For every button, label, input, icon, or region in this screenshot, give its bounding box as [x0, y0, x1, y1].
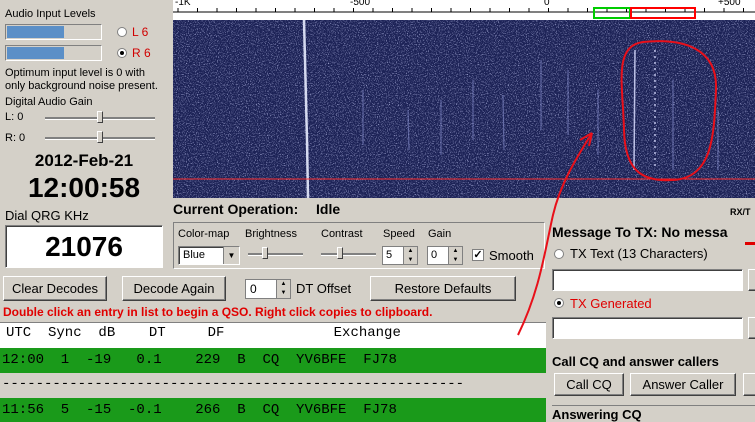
- speed-label: Speed: [383, 228, 415, 240]
- scale-label-minus-1k: -1K: [175, 0, 191, 8]
- tx-text-radio[interactable]: [554, 249, 564, 259]
- gain-l-slider[interactable]: [97, 111, 103, 123]
- chevron-down-icon[interactable]: ▼: [223, 247, 239, 264]
- dt-spin-buttons[interactable]: ▲ ▼: [276, 280, 290, 298]
- dial-qrg-label: Dial QRG KHz: [5, 208, 89, 223]
- dt-offset-spinner[interactable]: 0 ▲ ▼: [245, 279, 291, 299]
- left-channel-label: L 6: [132, 25, 149, 39]
- dt-offset-label: DT Offset: [296, 281, 352, 296]
- contrast-label: Contrast: [321, 228, 363, 240]
- cq-section-label: Call CQ and answer callers: [552, 354, 719, 369]
- clear-decodes-button[interactable]: Clear Decodes: [3, 276, 107, 301]
- right-level-meter: [5, 45, 102, 61]
- tx-text-side-button[interactable]: [748, 269, 755, 291]
- smooth-checkbox[interactable]: ✓: [472, 249, 484, 261]
- contrast-track: [321, 253, 376, 256]
- brightness-label: Brightness: [245, 228, 297, 240]
- brightness-slider[interactable]: [262, 247, 268, 259]
- tx-marker-icon: [745, 242, 755, 254]
- smooth-label: Smooth: [489, 248, 534, 263]
- frequency-scale: -1K -500 0 +500: [173, 0, 755, 20]
- right-channel-label: R 6: [132, 46, 151, 60]
- decode-separator-text: ----------------------------------------…: [2, 376, 465, 392]
- gain-spinner[interactable]: 0 ▲ ▼: [427, 246, 463, 265]
- gain-label: Gain: [428, 228, 452, 240]
- answering-cq-label: Answering CQ: [552, 405, 755, 422]
- answer-caller-button[interactable]: Answer Caller: [630, 373, 736, 396]
- gain-spin-buttons[interactable]: ▲ ▼: [448, 247, 462, 264]
- digital-gain-title: Digital Audio Gain: [5, 96, 93, 108]
- decode-row[interactable]: 12:00 1 -19 0.1 229 B CQ YV6BFE FJ78: [0, 348, 546, 373]
- gain-r-slider[interactable]: [97, 131, 103, 143]
- dial-qrg-value: 21076: [45, 230, 123, 262]
- decode-row-text: 11:56 5 -15 -0.1 266 B CQ YV6BFE FJ78: [2, 402, 397, 418]
- input-level-hint: Optimum input level is 0 with only backg…: [5, 67, 158, 92]
- rxtx-label: RX/T: [730, 207, 751, 217]
- decode-row-text: 12:00 1 -19 0.1 229 B CQ YV6BFE FJ78: [2, 352, 397, 368]
- scale-label-zero: 0: [544, 0, 550, 8]
- colormap-select[interactable]: Blue ▼: [178, 246, 240, 265]
- colormap-value: Blue: [183, 249, 206, 261]
- waterfall-display[interactable]: [173, 20, 755, 198]
- tx-generated-side-button[interactable]: [748, 317, 755, 339]
- dt-offset-value: 0: [250, 282, 257, 296]
- right-level-fill: [7, 47, 64, 59]
- call-cq-button[interactable]: Call CQ: [554, 373, 624, 396]
- contrast-slider[interactable]: [337, 247, 343, 259]
- tx-generated-label: TX Generated: [570, 296, 652, 311]
- decode-list-header: UTC Sync dB DT DF Exchange: [6, 325, 401, 341]
- decode-separator-row: ----------------------------------------…: [0, 373, 546, 398]
- colormap-label: Color-map: [178, 228, 230, 240]
- tx-text-label: TX Text (13 Characters): [570, 246, 708, 261]
- audio-levels-title: Audio Input Levels: [5, 8, 96, 20]
- decode-again-button[interactable]: Decode Again: [122, 276, 226, 301]
- speed-spinner[interactable]: 5 ▲ ▼: [382, 246, 418, 265]
- decode-row[interactable]: 11:56 5 -15 -0.1 266 B CQ YV6BFE FJ78: [0, 398, 546, 422]
- right-channel-radio[interactable]: [117, 48, 127, 58]
- time-display: 12:00:58: [27, 172, 141, 203]
- left-level-meter: [5, 24, 102, 40]
- date-display: 2012-Feb-21: [34, 151, 134, 170]
- tx-generated-radio[interactable]: [554, 298, 564, 308]
- speed-spin-buttons[interactable]: ▲ ▼: [403, 247, 417, 264]
- tx-message-title: Message To TX: No messa: [552, 224, 728, 240]
- gain-r-label: R: 0: [5, 132, 26, 144]
- gain-value: 0: [431, 249, 438, 261]
- tx-generated-field[interactable]: [552, 317, 743, 339]
- decode-list[interactable]: UTC Sync dB DT DF Exchange 12:00 1 -19 0…: [0, 322, 546, 422]
- left-level-fill: [7, 26, 64, 38]
- tx-text-input[interactable]: [552, 269, 743, 291]
- restore-defaults-button[interactable]: Restore Defaults: [370, 276, 516, 301]
- brightness-track: [248, 253, 303, 256]
- speed-value: 5: [386, 249, 393, 261]
- scale-label-minus-500: -500: [350, 0, 371, 8]
- left-channel-radio[interactable]: [117, 27, 127, 37]
- dial-qrg-field[interactable]: 21076: [5, 225, 163, 268]
- gain-l-label: L: 0: [5, 111, 24, 123]
- scale-label-plus-500: +500: [718, 0, 741, 8]
- instruction-text: Double click an entry in list to begin a…: [3, 305, 433, 319]
- status-label: Current Operation:: [173, 201, 299, 217]
- tx-extra-button[interactable]: [743, 373, 755, 396]
- status-value: Idle: [316, 201, 341, 217]
